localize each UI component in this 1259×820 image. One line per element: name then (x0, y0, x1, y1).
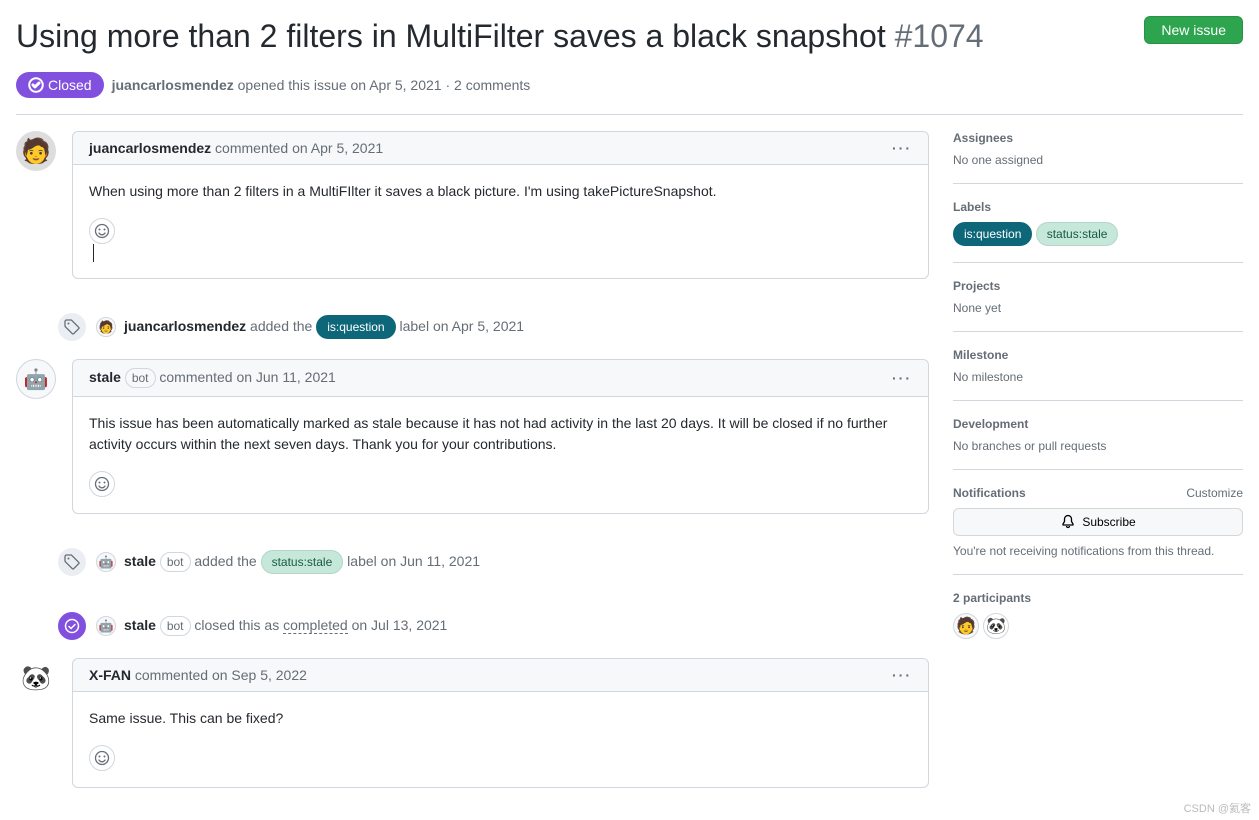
label-pill[interactable]: is:question (316, 315, 395, 339)
timeline-event: 🤖 stale bot closed this as completed on … (56, 594, 929, 658)
bot-badge: bot (160, 616, 191, 636)
timeline-event: 🤖 stale bot added the status:stale label… (56, 530, 929, 594)
comment: juancarlosmendez commented on Apr 5, 202… (72, 131, 929, 279)
comment-body: This issue has been automatically marked… (73, 397, 928, 471)
milestone-heading[interactable]: Milestone (953, 348, 1243, 362)
avatar[interactable]: 🤖 (96, 552, 116, 572)
event-actor-link[interactable]: juancarlosmendez (124, 318, 246, 334)
bot-badge: bot (160, 552, 191, 572)
add-reaction-button[interactable] (89, 471, 115, 497)
event-actor-link[interactable]: stale (124, 553, 156, 569)
new-issue-button[interactable]: New issue (1144, 16, 1243, 44)
assignees-value: No one assigned (953, 153, 1243, 167)
label-pill[interactable]: is:question (953, 222, 1032, 246)
bot-badge: bot (125, 368, 156, 388)
notifications-heading: Notifications (953, 486, 1026, 500)
participant-avatar[interactable]: 🧑 (953, 613, 979, 639)
sidebar: Assignees No one assigned Labels is:ques… (953, 131, 1243, 804)
issue-number: #1074 (895, 18, 984, 54)
bell-icon (1060, 514, 1076, 530)
closed-as-link[interactable]: completed (283, 617, 348, 634)
label-pill[interactable]: status:stale (1036, 222, 1119, 246)
comment-author-link[interactable]: juancarlosmendez (89, 140, 211, 156)
development-value: No branches or pull requests (953, 439, 1243, 453)
projects-value: None yet (953, 301, 1243, 315)
status-badge: Closed (16, 72, 104, 98)
smiley-icon (94, 750, 110, 766)
assignees-heading[interactable]: Assignees (953, 131, 1243, 145)
subscribe-button[interactable]: Subscribe (953, 508, 1243, 536)
kebab-icon[interactable]: ··· (892, 140, 912, 156)
issue-author-link[interactable]: juancarlosmendez (112, 77, 234, 93)
check-circle-icon (28, 77, 44, 93)
tag-icon (56, 311, 88, 343)
comment: X-FAN commented on Sep 5, 2022 ··· Same … (72, 658, 929, 788)
comment-body: Same issue. This can be fixed? (73, 692, 928, 745)
customize-link[interactable]: Customize (1186, 486, 1243, 500)
discussion-timeline: 🧑 juancarlosmendez commented on Apr 5, 2… (16, 131, 929, 804)
event-actor-link[interactable]: stale (124, 617, 156, 633)
avatar[interactable]: 🤖 (96, 616, 116, 636)
comment-author-link[interactable]: stale (89, 369, 121, 385)
timeline-event: 🧑 juancarlosmendez added the is:question… (56, 295, 929, 359)
add-reaction-button[interactable] (89, 745, 115, 771)
text-cursor (93, 244, 94, 262)
avatar[interactable]: 🤖 (16, 359, 56, 399)
comment-date[interactable]: on Jun 11, 2021 (236, 369, 335, 385)
labels-heading[interactable]: Labels (953, 200, 1243, 214)
comment: stale bot commented on Jun 11, 2021 ··· … (72, 359, 929, 514)
notifications-note: You're not receiving notifications from … (953, 544, 1243, 558)
avatar[interactable]: 🧑 (96, 317, 116, 337)
milestone-value: No milestone (953, 370, 1243, 384)
tag-icon (56, 546, 88, 578)
smiley-icon (94, 223, 110, 239)
kebab-icon[interactable]: ··· (892, 370, 912, 386)
issue-title: Using more than 2 filters in MultiFilter… (16, 16, 984, 56)
comment-author-link[interactable]: X-FAN (89, 667, 131, 683)
development-heading[interactable]: Development (953, 417, 1243, 431)
label-pill[interactable]: status:stale (261, 550, 344, 574)
comment-body: When using more than 2 filters in a Mult… (73, 165, 928, 218)
comment-date[interactable]: on Sep 5, 2022 (212, 667, 307, 683)
participant-avatar[interactable]: 🐼 (983, 613, 1009, 639)
watermark: CSDN @氦客 (1184, 800, 1251, 816)
avatar[interactable]: 🐼 (16, 658, 56, 698)
kebab-icon[interactable]: ··· (892, 667, 912, 683)
comment-date[interactable]: on Apr 5, 2021 (292, 140, 383, 156)
add-reaction-button[interactable] (89, 218, 115, 244)
avatar[interactable]: 🧑 (16, 131, 56, 171)
closed-icon (56, 610, 88, 642)
smiley-icon (94, 476, 110, 492)
participants-heading: 2 participants (953, 591, 1243, 605)
projects-heading[interactable]: Projects (953, 279, 1243, 293)
issue-meta: juancarlosmendez opened this issue on Ap… (112, 77, 531, 93)
